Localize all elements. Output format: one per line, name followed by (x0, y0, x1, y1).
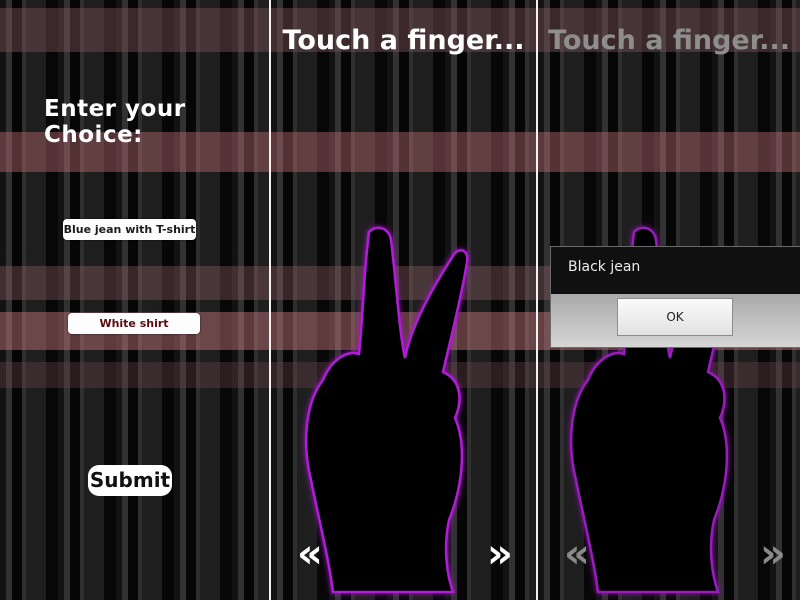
dialog-message: Black jean (568, 259, 641, 275)
option-button-white-shirt[interactable]: White shirt (68, 313, 200, 334)
touch-screen: Touch a finger... « » (271, 0, 536, 600)
ok-button[interactable]: OK (617, 298, 733, 336)
double-chevron-left-icon[interactable]: « (297, 534, 323, 574)
double-chevron-left-icon[interactable]: « (564, 534, 590, 574)
choice-screen: Enter your Choice: Blue jean with T-shir… (0, 0, 269, 600)
result-screen: Touch a finger... « » Black jean OK (538, 0, 800, 600)
peace-sign-hand-icon[interactable] (271, 0, 536, 600)
double-chevron-right-icon[interactable]: » (760, 534, 786, 574)
choice-title: Enter your Choice: (44, 96, 186, 148)
option-button-blue-jean[interactable]: Blue jean with T-shirt (63, 219, 196, 240)
double-chevron-right-icon[interactable]: » (487, 534, 513, 574)
submit-button[interactable]: Submit (88, 465, 172, 496)
dialog-button-bar: OK (551, 294, 800, 347)
result-dialog: Black jean OK (550, 246, 800, 348)
